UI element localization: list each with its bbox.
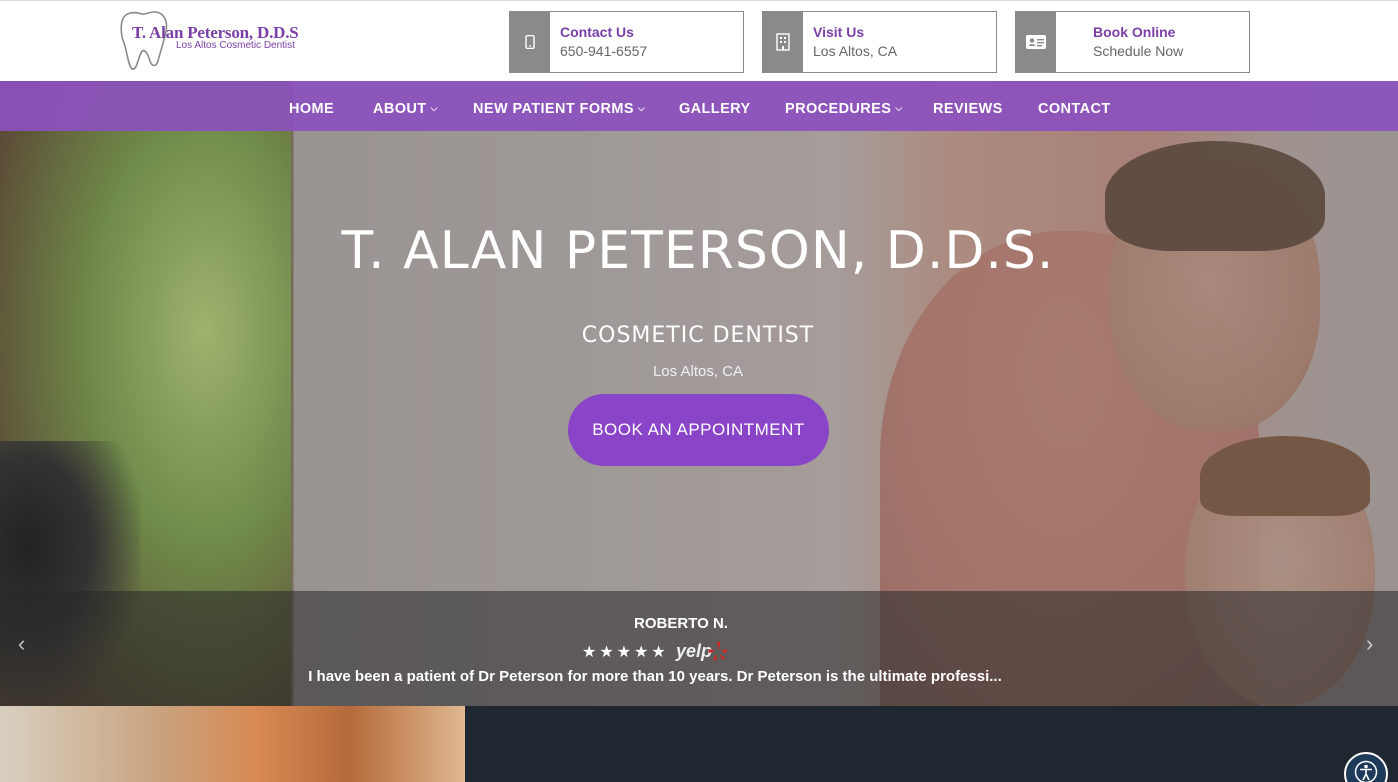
carousel-next-icon[interactable]: › bbox=[1366, 631, 1373, 657]
nav-item-gallery[interactable]: GALLERY bbox=[679, 101, 751, 117]
nav-item-label: NEW PATIENT FORMS bbox=[473, 101, 634, 117]
nav-item-label: ABOUT bbox=[373, 101, 427, 117]
contact-phone[interactable]: 650-941-6557 bbox=[560, 43, 647, 59]
hero-section: T. ALAN PETERSON, D.D.S. COSMETIC DENTIS… bbox=[0, 81, 1398, 706]
hero-location: Los Altos, CA bbox=[652, 363, 744, 380]
nav-item-label: HOME bbox=[289, 101, 335, 117]
review-text: I have been a patient of Dr Peterson for… bbox=[308, 668, 1002, 685]
main-nav: HOME ABOUT ⌵ NEW PATIENT FORMS ⌵ GALLERY P… bbox=[0, 81, 1398, 131]
visit-us-box[interactable]: Visit Us Los Altos, CA bbox=[762, 11, 997, 73]
chevron-down-icon: ⌵ bbox=[895, 103, 903, 113]
reviewer-name: ROBERTO N. bbox=[634, 615, 728, 632]
rating-stars: ★★★★★ bbox=[582, 644, 669, 661]
book-online-box[interactable]: Book Online Schedule Now bbox=[1015, 11, 1250, 73]
nav-item-label: GALLERY bbox=[679, 101, 751, 117]
nav-item-procedures[interactable]: PROCEDURES ⌵ bbox=[785, 101, 903, 117]
logo-tagline: Los Altos Cosmetic Dentist bbox=[176, 40, 295, 51]
hero-subtitle: COSMETIC DENTIST bbox=[581, 323, 815, 348]
book-appointment-button[interactable]: BOOK AN APPOINTMENT bbox=[568, 394, 829, 466]
contact-us-title: Contact Us bbox=[560, 24, 634, 40]
nav-item-label: PROCEDURES bbox=[785, 101, 892, 117]
yelp-burst-icon bbox=[709, 642, 727, 661]
bottom-image-section bbox=[0, 706, 465, 782]
nav-item-label: CONTACT bbox=[1038, 101, 1111, 117]
hero-title: T. ALAN PETERSON, D.D.S. bbox=[341, 221, 1055, 281]
nav-item-label: REVIEWS bbox=[933, 101, 1003, 117]
book-online-title: Book Online bbox=[1093, 24, 1176, 40]
site-header: T. Alan Peterson, D.D.S Los Altos Cosmet… bbox=[0, 0, 1398, 81]
yelp-logo: yelp bbox=[676, 641, 713, 661]
bottom-dark-section bbox=[465, 706, 1398, 782]
visit-us-title: Visit Us bbox=[813, 24, 865, 40]
nav-item-new-patient-forms[interactable]: NEW PATIENT FORMS ⌵ bbox=[473, 101, 645, 117]
nav-item-about[interactable]: ABOUT ⌵ bbox=[373, 101, 438, 117]
book-online-link[interactable]: Schedule Now bbox=[1093, 43, 1183, 59]
visit-location: Los Altos, CA bbox=[813, 43, 898, 59]
phone-icon bbox=[510, 12, 550, 72]
review-carousel: ROBERTO N. ★★★★★ yelp I have been a pati… bbox=[0, 591, 1398, 706]
carousel-prev-icon[interactable]: ‹ bbox=[18, 631, 25, 657]
contact-us-box[interactable]: Contact Us 650-941-6557 bbox=[509, 11, 744, 73]
nav-item-reviews[interactable]: REVIEWS bbox=[933, 101, 1003, 117]
nav-item-home[interactable]: HOME bbox=[289, 101, 334, 117]
nav-item-contact[interactable]: CONTACT bbox=[1038, 101, 1111, 117]
building-icon bbox=[763, 12, 803, 72]
site-logo[interactable]: T. Alan Peterson, D.D.S Los Altos Cosmet… bbox=[118, 9, 328, 73]
chevron-down-icon: ⌵ bbox=[430, 103, 438, 113]
id-card-icon bbox=[1016, 12, 1056, 72]
chevron-down-icon: ⌵ bbox=[637, 103, 646, 113]
